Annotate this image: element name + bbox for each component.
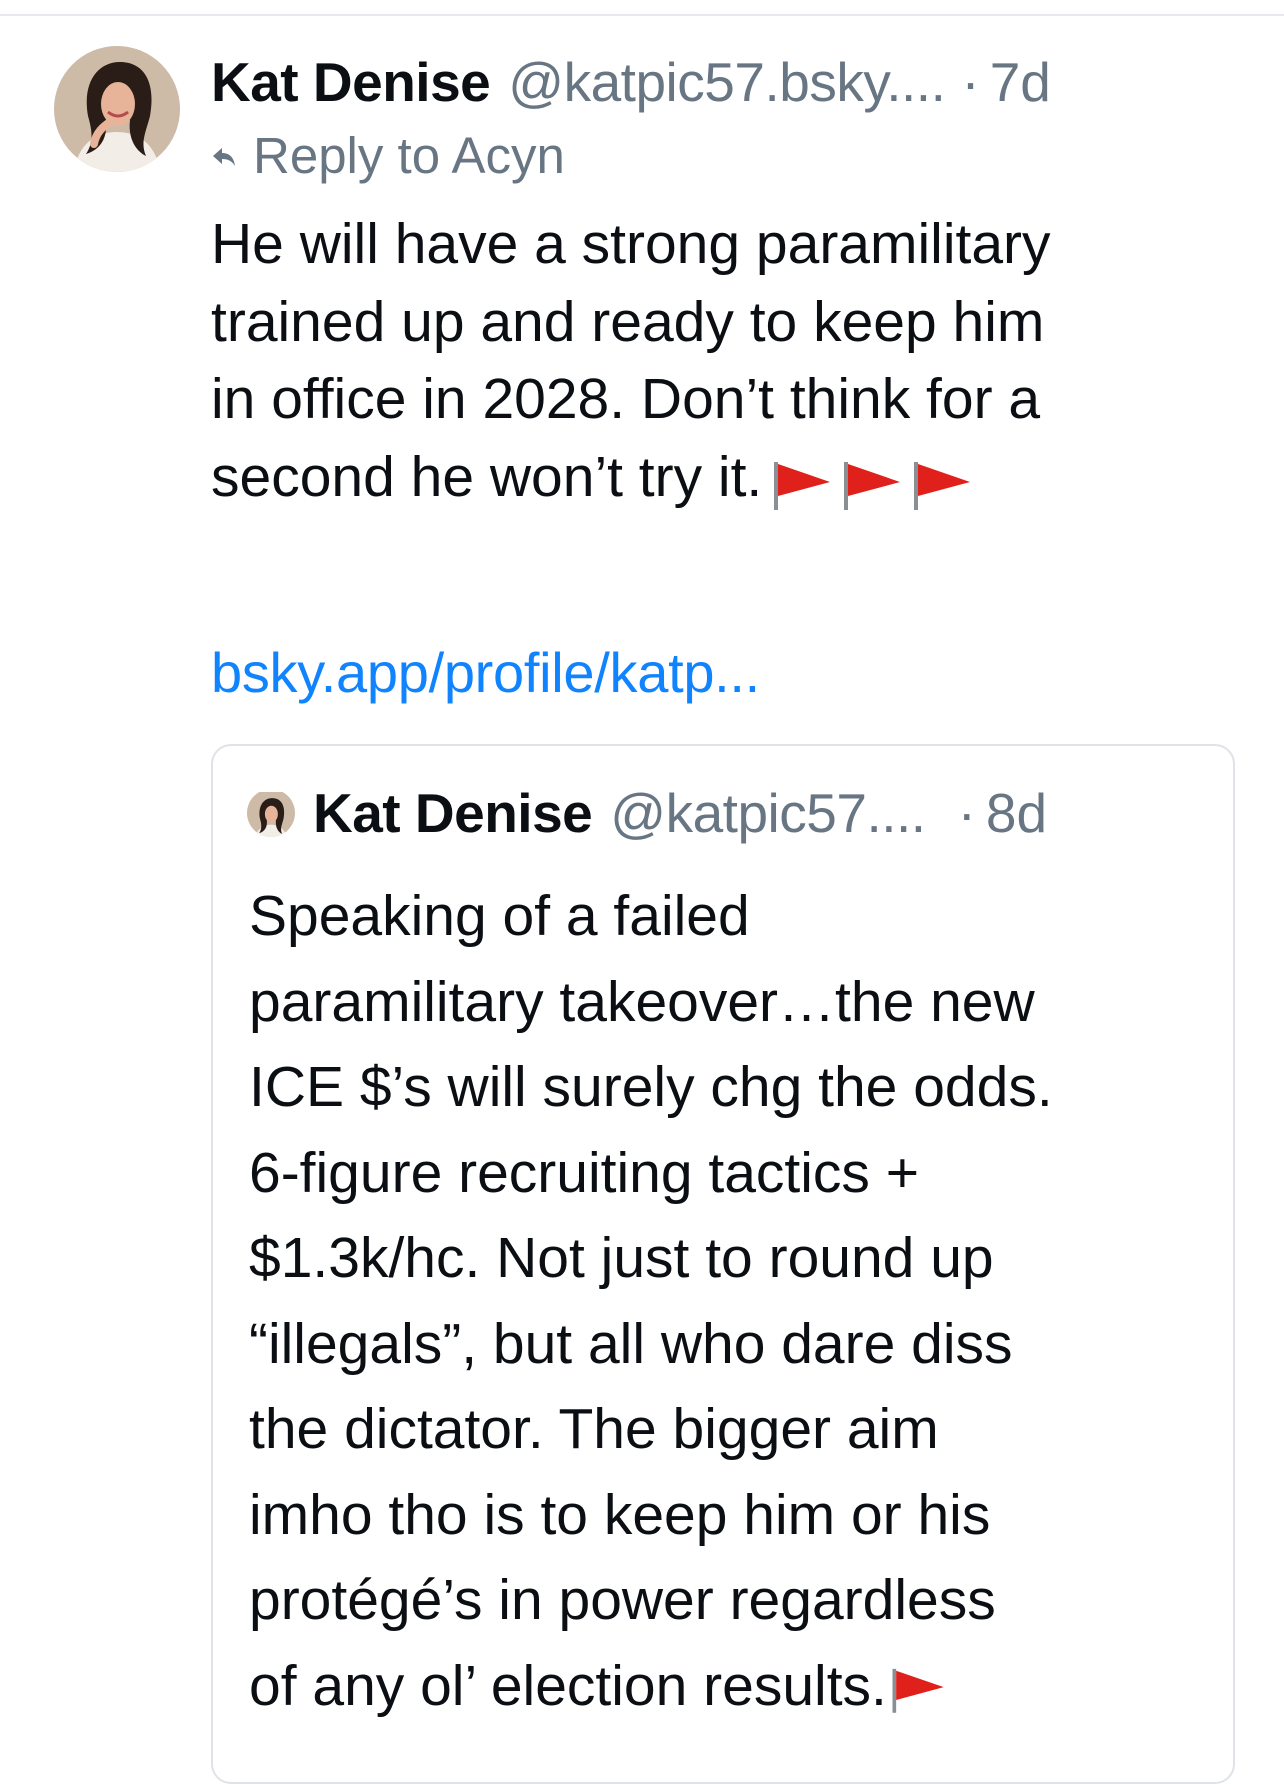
- quoted-separator-dot: ·: [957, 782, 976, 844]
- reply-to-label: Reply to Acyn: [253, 126, 565, 184]
- avatar[interactable]: [54, 46, 180, 172]
- quoted-text-line: paramilitary takeover…the new: [249, 969, 1035, 1034]
- post-text-line: in office in 2028. Don’t think for a: [211, 367, 1041, 431]
- quoted-text-line: the dictator. The bigger aim: [249, 1397, 939, 1461]
- quoted-post-card[interactable]: Kat Denise @katpic57.... · 8d Speaking o…: [211, 744, 1235, 1784]
- author-name[interactable]: Kat Denise: [211, 40, 491, 124]
- quoted-text-line: “illegals”, but all who dare diss: [249, 1311, 1013, 1376]
- quoted-text-line: 6-figure recruiting tactics +: [249, 1140, 920, 1205]
- post-text-line: He will have a strong paramilitary: [211, 212, 1051, 276]
- red-flag-icon: [774, 461, 831, 510]
- post-link[interactable]: bsky.app/profile/katp...: [211, 640, 760, 705]
- reply-arrow-icon: [213, 148, 235, 166]
- quoted-avatar-image: [247, 792, 295, 837]
- quoted-text-line: $1.3k/hc. Not just to round up: [249, 1226, 994, 1290]
- quoted-text-line-text: of any ol’ election results.: [249, 1653, 887, 1718]
- red-flags: [768, 442, 978, 520]
- quoted-author-name: Kat Denise: [313, 782, 593, 844]
- quoted-post-text: Speaking of a failed paramilitary takeov…: [249, 874, 1209, 1729]
- red-flag-icon: [892, 1669, 944, 1714]
- quoted-author-handle: @katpic57....: [610, 782, 926, 844]
- author-handle[interactable]: @katpic57.bsky....: [508, 40, 946, 124]
- quoted-text-line: imho tho is to keep him or his: [249, 1482, 991, 1547]
- post-time[interactable]: 7d: [990, 40, 1051, 124]
- quoted-text-line: of any ol’ election results.: [249, 1644, 1209, 1730]
- quoted-post-time: 8d: [985, 782, 1048, 844]
- quoted-text-line: protégé’s in power regardless: [249, 1568, 996, 1632]
- red-flag-icon: [844, 461, 901, 510]
- post-text-line: trained up and ready to keep him: [211, 289, 1045, 354]
- separator-dot: ·: [961, 51, 980, 113]
- quoted-text-line: ICE $’s will surely chg the odds.: [249, 1055, 1053, 1119]
- post-text: He will have a strong paramilitary train…: [211, 206, 1251, 519]
- quoted-text-line: Speaking of a failed: [249, 884, 750, 948]
- quoted-post-header: Kat Denise @katpic57.... · 8d: [247, 778, 1047, 848]
- red-flag-icon: [914, 461, 971, 510]
- quoted-avatar: [247, 789, 295, 837]
- post-header: Kat Denise @katpic57.bsky.... · 7d: [211, 40, 1241, 124]
- post-text-line-text: second he won’t try it.: [211, 444, 763, 509]
- reply-indicator[interactable]: Reply to Acyn: [211, 120, 1241, 190]
- top-divider: [0, 14, 1284, 16]
- avatar-image: [54, 46, 180, 172]
- post-text-line: second he won’t try it.: [211, 439, 1251, 520]
- post: Kat Denise @katpic57.bsky.... · 7d Reply…: [211, 40, 1241, 519]
